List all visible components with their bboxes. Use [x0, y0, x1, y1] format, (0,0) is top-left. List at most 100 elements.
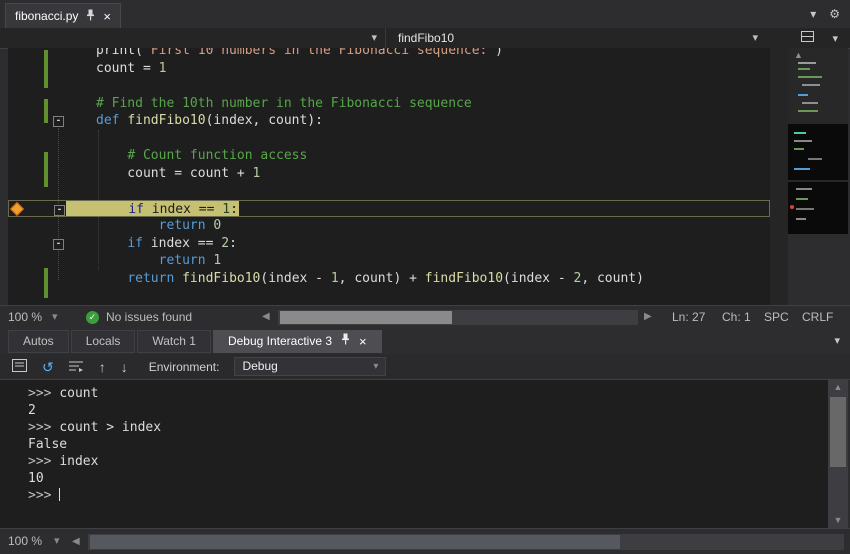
console-horizontal-scrollbar-thumb[interactable]	[90, 535, 620, 549]
minimap[interactable]: ▲	[788, 48, 848, 305]
navigation-bar: ▾ findFibo10 ▾ ▾	[0, 28, 850, 49]
console-line: >>>	[28, 487, 828, 504]
line-wrap-icon[interactable]	[69, 359, 84, 375]
scroll-left-icon[interactable]: ◀	[262, 306, 270, 328]
code-line: - if index == 1:	[8, 200, 770, 218]
minimap-line	[802, 102, 818, 104]
clear-screen-icon[interactable]	[12, 359, 27, 375]
chevron-down-icon: ▾	[373, 358, 378, 375]
console-scrollbar-thumb[interactable]	[830, 397, 846, 467]
history-previous-icon[interactable]: ↑	[99, 359, 106, 375]
tab-watch-1[interactable]: Watch 1	[137, 330, 211, 353]
chevron-down-icon[interactable]: ▾	[371, 28, 377, 48]
tab-autos[interactable]: Autos	[8, 330, 69, 353]
minimap-block	[788, 182, 848, 234]
interactive-toolbar: ↺ ↑ ↓ Environment: Debug ▾	[0, 354, 850, 380]
title-bar-icons: ▾ ⚙	[810, 7, 840, 21]
environment-label: Environment:	[149, 360, 220, 374]
scroll-up-icon[interactable]: ▲	[794, 50, 803, 60]
code-line: count = 1	[8, 60, 770, 78]
fold-collapse-icon[interactable]: -	[53, 239, 64, 250]
minimap-line	[798, 68, 810, 70]
code-line: return findFibo10(index - 1, count) + fi…	[8, 270, 770, 288]
environment-dropdown-value: Debug	[242, 358, 277, 375]
line-ending-indicator: CRLF	[802, 306, 833, 328]
code-line	[8, 77, 770, 95]
history-next-icon[interactable]: ↓	[121, 359, 128, 375]
member-dropdown[interactable]: findFibo10 ▾	[388, 28, 766, 48]
fold-collapse-icon[interactable]: -	[53, 116, 64, 127]
interactive-console[interactable]: >>> count2>>> count > indexFalse>>> inde…	[0, 380, 828, 528]
navigation-bar-icons: ▾	[801, 28, 838, 48]
minimap-breakpoint-dot	[790, 205, 794, 209]
minimap-below	[788, 234, 848, 305]
console-line: >>> index	[28, 453, 828, 470]
split-window-icon[interactable]	[801, 31, 814, 45]
pin-icon[interactable]	[340, 331, 351, 352]
console-zoom-control[interactable]: 100 %	[8, 529, 42, 554]
console-line: >>> count	[28, 385, 828, 402]
horizontal-scrollbar[interactable]	[278, 310, 638, 325]
document-tab-fibonacci[interactable]: fibonacci.py ×	[5, 3, 121, 28]
chevron-down-icon[interactable]: ▾	[834, 330, 840, 354]
console-vertical-scrollbar[interactable]: ▲ ▼	[828, 380, 848, 528]
console-lines: >>> count2>>> count > indexFalse>>> inde…	[28, 385, 828, 504]
scroll-down-icon[interactable]: ▼	[828, 513, 848, 528]
minimap-line	[798, 76, 822, 78]
console-line: >>> count > index	[28, 419, 828, 436]
code-line: - if index == 2:	[8, 235, 770, 253]
code-line	[8, 130, 770, 148]
breakpoint-marker-icon[interactable]	[10, 201, 24, 215]
column-indicator: Ch: 1	[722, 306, 751, 328]
minimap-block	[788, 124, 848, 180]
tab-label: Debug Interactive 3	[228, 331, 332, 352]
horizontal-scrollbar-thumb[interactable]	[280, 311, 452, 324]
vs-window: { "doc_tab": { "title": "fibonacci.py" }…	[0, 0, 850, 554]
code-line: return 1	[8, 252, 770, 270]
issues-status[interactable]: No issues found	[106, 306, 192, 328]
minimap-line	[798, 110, 818, 112]
environment-dropdown[interactable]: Debug ▾	[234, 357, 386, 376]
text-cursor	[59, 488, 60, 501]
minimap-line	[798, 94, 808, 96]
code-line: # Find the 10th number in the Fibonacci …	[8, 95, 770, 113]
pin-icon[interactable]	[85, 9, 96, 24]
editor-scrollbar-gutter	[770, 48, 788, 305]
minimap-line	[798, 62, 816, 64]
reset-repl-icon[interactable]: ↺	[42, 359, 54, 375]
chevron-down-icon[interactable]: ▾	[752, 28, 758, 48]
close-icon[interactable]: ×	[359, 335, 367, 348]
tab-debug-interactive-3[interactable]: Debug Interactive 3 ×	[213, 330, 382, 353]
code-editor[interactable]: print("First 10 numbers in the Fibonacci…	[8, 48, 770, 305]
code-line: -def findFibo10(index, count):	[8, 112, 770, 130]
console-horizontal-scrollbar[interactable]	[88, 534, 844, 550]
fold-collapse-icon[interactable]: -	[54, 205, 65, 216]
title-bar: fibonacci.py × ▾ ⚙	[0, 0, 850, 28]
tab-locals[interactable]: Locals	[71, 330, 136, 353]
chevron-down-icon[interactable]: ▾	[832, 32, 838, 45]
zoom-dropdown-icon[interactable]: ▾	[52, 306, 58, 328]
whitespace-indicator: SPC	[764, 306, 789, 328]
chevron-down-icon[interactable]: ▾	[810, 7, 816, 21]
line-indicator: Ln: 27	[672, 306, 705, 328]
console-line: 10	[28, 470, 828, 487]
close-icon[interactable]: ×	[103, 10, 111, 23]
console-line: 2	[28, 402, 828, 419]
tool-window-tab-bar: Autos Locals Watch 1 Debug Interactive 3…	[0, 330, 850, 354]
scroll-up-icon[interactable]: ▲	[828, 380, 848, 395]
console-line: False	[28, 436, 828, 453]
gear-icon[interactable]: ⚙	[829, 7, 840, 21]
scroll-right-icon[interactable]: ▶	[644, 306, 652, 328]
editor-status-bar: 100 % ▾ ✓ No issues found ◀ ▶ Ln: 27 Ch:…	[0, 305, 850, 328]
type-dropdown[interactable]: ▾	[8, 28, 386, 48]
member-dropdown-value: findFibo10	[398, 31, 454, 45]
console-status-bar: 100 % ▾ ◀	[0, 528, 850, 554]
code-line: # Count function access	[8, 147, 770, 165]
zoom-control[interactable]: 100 %	[8, 306, 42, 328]
zoom-dropdown-icon[interactable]: ▾	[54, 529, 60, 554]
code-lines: print("First 10 numbers in the Fibonacci…	[8, 48, 770, 287]
minimap-line	[802, 84, 820, 86]
code-line: return 0	[8, 217, 770, 235]
scroll-left-icon[interactable]: ◀	[72, 529, 80, 554]
no-issues-icon: ✓	[86, 311, 99, 324]
